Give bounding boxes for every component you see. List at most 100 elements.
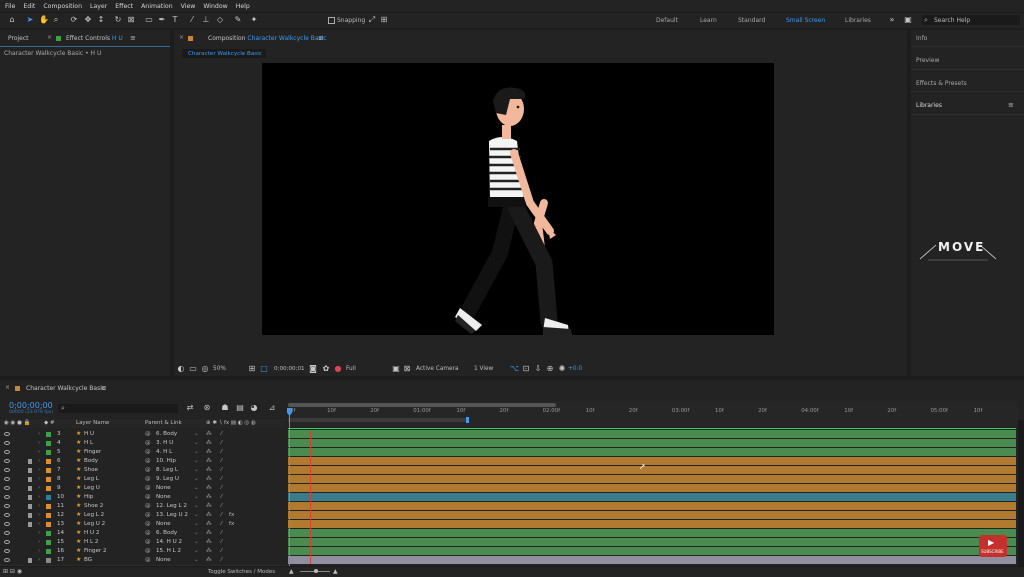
twirl-arrow-icon[interactable]: › bbox=[38, 539, 40, 545]
layer-duration-bar[interactable] bbox=[288, 457, 1016, 465]
visibility-eye-icon[interactable] bbox=[4, 558, 10, 562]
twirl-arrow-icon[interactable]: › bbox=[38, 494, 40, 500]
layer-duration-bar[interactable] bbox=[288, 430, 1016, 438]
chevron-down-icon[interactable]: ⌄ bbox=[194, 449, 199, 455]
timeline-layer-row[interactable]: › 4 ★ H L @3. H U ⌄ ⁂ ⁄ bbox=[0, 439, 1017, 449]
rotate-tool-icon[interactable]: ↻ bbox=[114, 16, 122, 24]
quality-switch-icon[interactable]: ⁄ bbox=[221, 512, 222, 518]
color-channel-icon[interactable]: ● bbox=[334, 365, 342, 373]
menu-item-layer[interactable]: Layer bbox=[90, 3, 107, 10]
clone-stamp-icon[interactable]: ⊥ bbox=[202, 16, 210, 24]
workspace-default[interactable]: Default bbox=[656, 17, 678, 24]
region-icon[interactable]: ▢ bbox=[260, 365, 268, 373]
parent-dropdown[interactable]: None bbox=[156, 557, 171, 563]
close-icon[interactable]: × bbox=[47, 34, 52, 41]
puppet-tool-icon[interactable]: ✦ bbox=[250, 16, 258, 24]
chevron-down-icon[interactable]: ⌄ bbox=[194, 467, 199, 473]
layer-name[interactable]: Leg U bbox=[84, 485, 100, 491]
label-color-swatch[interactable] bbox=[46, 540, 51, 545]
current-time-display[interactable]: 0;00;00;00 bbox=[9, 401, 53, 410]
visibility-eye-icon[interactable] bbox=[4, 450, 10, 454]
quality-switch-icon[interactable]: ⁄ bbox=[221, 476, 222, 482]
work-area-bar[interactable] bbox=[288, 418, 468, 422]
label-color-swatch[interactable] bbox=[46, 477, 51, 482]
info-panel-tab[interactable]: Info bbox=[916, 35, 927, 42]
roto-brush-icon[interactable]: ✎ bbox=[234, 16, 242, 24]
menu-item-file[interactable]: File bbox=[5, 3, 15, 10]
quality-switch-icon[interactable]: ⁄ bbox=[221, 503, 222, 509]
twirl-arrow-icon[interactable]: › bbox=[38, 449, 40, 455]
timeline-layer-row[interactable]: › 10 ★ Hip @ None ⌄ ⁂ ⁄ bbox=[0, 493, 1017, 503]
timeline-layer-row[interactable]: › 7 ★ Shoe @8. Leg L ⌄ ⁂ ⁄ bbox=[0, 466, 1017, 476]
timeline-layer-row[interactable]: › 14 ★ H U 2 @6. Body ⌄ ⁂ ⁄ bbox=[0, 529, 1017, 539]
timeline-layer-row[interactable]: › 3 ★ H U @6. Body ⌄ ⁂ ⁄ bbox=[0, 430, 1017, 440]
pickwhip-icon[interactable]: @ bbox=[145, 458, 151, 464]
label-color-swatch[interactable] bbox=[46, 459, 51, 464]
menu-item-composition[interactable]: Composition bbox=[43, 3, 82, 10]
chevron-down-icon[interactable]: ⌄ bbox=[194, 530, 199, 536]
preview-panel-tab[interactable]: Preview bbox=[916, 57, 939, 64]
layer-name[interactable]: H L bbox=[84, 440, 93, 446]
timeline-icon[interactable]: ⇩ bbox=[534, 365, 542, 373]
lock-icon[interactable] bbox=[28, 522, 32, 527]
timeline-tab[interactable]: Character Walkcycle Basic bbox=[26, 385, 105, 392]
layer-duration-bar[interactable] bbox=[288, 520, 1016, 528]
menu-item-view[interactable]: View bbox=[181, 3, 196, 10]
lock-icon[interactable] bbox=[28, 468, 32, 473]
timeline-layer-row[interactable]: › 15 ★ H L 2 @14. H U 2 ⌄ ⁂ ⁄ bbox=[0, 538, 1017, 548]
always-preview-icon[interactable]: ◐ bbox=[177, 365, 185, 373]
timeline-layer-row[interactable]: › 8 ★ Leg L @9. Leg U ⌄ ⁂ ⁄ bbox=[0, 475, 1017, 485]
pickwhip-icon[interactable]: @ bbox=[145, 485, 151, 491]
layer-name[interactable]: BG bbox=[84, 557, 92, 563]
time-ruler[interactable] bbox=[288, 401, 1018, 426]
collapse-switch-icon[interactable]: ⁂ bbox=[206, 539, 212, 545]
parent-dropdown[interactable]: 4. H L bbox=[156, 449, 172, 455]
label-color-swatch[interactable] bbox=[46, 441, 51, 446]
parent-dropdown[interactable]: 10. Hip bbox=[156, 458, 176, 464]
parent-dropdown[interactable]: 12. Leg L 2 bbox=[156, 503, 187, 509]
comp-mini-flowchart-icon[interactable]: ⇄ bbox=[186, 404, 194, 412]
zoom-in-icon[interactable]: ▲ bbox=[333, 568, 338, 575]
mask-visibility-icon[interactable]: ◎ bbox=[201, 365, 209, 373]
parent-dropdown[interactable]: 3. H U bbox=[156, 440, 173, 446]
flowchart-icon[interactable]: ⊕ bbox=[546, 365, 554, 373]
chevron-down-icon[interactable]: ⌄ bbox=[194, 476, 199, 482]
pickwhip-icon[interactable]: @ bbox=[145, 530, 151, 536]
quality-switch-icon[interactable]: ⁄ bbox=[221, 539, 222, 545]
chevron-down-icon[interactable]: ⌄ bbox=[194, 512, 199, 518]
layer-search-input[interactable]: ⌕ bbox=[58, 404, 178, 413]
pickwhip-icon[interactable]: @ bbox=[145, 467, 151, 473]
quality-switch-icon[interactable]: ⁄ bbox=[221, 521, 222, 527]
collapse-switch-icon[interactable]: ⁂ bbox=[206, 494, 212, 500]
toggle-switches-modes-button[interactable]: Toggle Switches / Modes bbox=[208, 569, 275, 575]
collapse-switch-icon[interactable]: ⁂ bbox=[206, 476, 212, 482]
visibility-eye-icon[interactable] bbox=[4, 495, 10, 499]
label-color-swatch[interactable] bbox=[46, 558, 51, 563]
layer-duration-bar[interactable] bbox=[288, 493, 1016, 501]
label-color-swatch[interactable] bbox=[46, 432, 51, 437]
snapping-checkbox[interactable] bbox=[328, 17, 335, 24]
collapse-switch-icon[interactable]: ⁂ bbox=[206, 521, 212, 527]
zoom-dropdown[interactable]: 50% bbox=[213, 366, 226, 372]
label-color-swatch[interactable] bbox=[46, 522, 51, 527]
label-color-swatch[interactable] bbox=[46, 504, 51, 509]
timeline-layer-row[interactable]: › 11 ★ Shoe 2 @12. Leg L 2 ⌄ ⁂ ⁄ bbox=[0, 502, 1017, 512]
comp-sub-tab[interactable]: Character Walkcycle Basic bbox=[182, 49, 266, 58]
parent-dropdown[interactable]: 8. Leg L bbox=[156, 467, 178, 473]
twirl-arrow-icon[interactable]: › bbox=[38, 512, 40, 518]
chevron-down-icon[interactable]: ⌄ bbox=[194, 440, 199, 446]
view-layout-dropdown[interactable]: 1 View bbox=[474, 366, 493, 372]
fx-switch-icon[interactable]: fx bbox=[229, 512, 234, 518]
pickwhip-icon[interactable]: @ bbox=[145, 539, 151, 545]
layer-name[interactable]: Leg L bbox=[84, 476, 99, 482]
tab-project[interactable]: Project bbox=[8, 35, 29, 42]
roi-icon[interactable]: ▣ bbox=[392, 365, 400, 373]
pan-tool-icon[interactable]: ✥ bbox=[84, 16, 92, 24]
column-layer-name[interactable]: Layer Name bbox=[76, 420, 109, 426]
shy-layers-icon[interactable]: ☗ bbox=[221, 404, 229, 412]
eraser-tool-icon[interactable]: ◇ bbox=[216, 16, 224, 24]
collapse-switch-icon[interactable]: ⁂ bbox=[206, 512, 212, 518]
draft-3d-icon[interactable]: ⊛ bbox=[203, 404, 211, 412]
libraries-panel-tab[interactable]: Libraries bbox=[916, 102, 942, 109]
lock-icon[interactable] bbox=[28, 495, 32, 500]
